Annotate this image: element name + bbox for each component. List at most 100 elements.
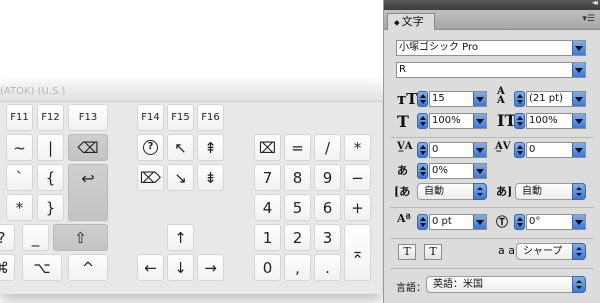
font-style-dropdown-button[interactable] [572, 63, 585, 77]
baseline-shift-field[interactable]: 0 pt [429, 214, 487, 230]
key-num-plus[interactable]: + [344, 194, 371, 221]
key-pipe[interactable]: | [37, 134, 64, 161]
key-f15[interactable]: F15 [167, 104, 194, 131]
key-num-equals[interactable]: = [284, 134, 311, 161]
tab-character[interactable]: ⬥ 文字 [387, 13, 435, 30]
antialias-popup[interactable]: シャープ [516, 243, 586, 260]
key-num-4[interactable]: 4 [254, 194, 281, 221]
kerning-stepper[interactable] [417, 142, 428, 158]
key-f12[interactable]: F12 [37, 104, 64, 131]
key-arrow-left[interactable]: ← [137, 254, 164, 281]
key-num-0[interactable]: 0 [254, 254, 281, 281]
vertical-scale-dropdown-button[interactable] [473, 114, 486, 128]
tsume-stepper[interactable] [417, 163, 428, 179]
key-num-enter[interactable]: ⌅ [344, 224, 371, 281]
key-num-2[interactable]: 2 [284, 224, 311, 251]
key-question[interactable]: ? [0, 224, 15, 251]
leading-stepper[interactable] [514, 91, 525, 107]
language-label: 言語： [396, 283, 426, 294]
key-num-9[interactable]: 9 [314, 164, 341, 191]
rotation-field[interactable]: 0° [526, 214, 586, 230]
tate-chu-yoko-button[interactable]: T [398, 244, 416, 260]
delete-icon: ⌫ [77, 138, 99, 157]
key-arrow-right[interactable]: → [197, 254, 224, 281]
chevron-down-icon [476, 219, 484, 225]
divider [390, 137, 594, 138]
key-rbrace[interactable]: } [37, 194, 64, 221]
horizontal-scale-stepper[interactable] [514, 113, 525, 129]
aki-right-popup[interactable]: 自動 [515, 183, 586, 200]
key-num-5[interactable]: 5 [284, 194, 311, 221]
aki-right-popup-button[interactable] [572, 183, 586, 200]
key-num-period[interactable]: . [314, 254, 341, 281]
tracking-dropdown-button[interactable] [572, 143, 585, 157]
font-size-stepper[interactable] [417, 91, 428, 107]
key-page-up[interactable]: ⇞ [197, 134, 224, 161]
warichu-button[interactable]: T [424, 244, 442, 260]
key-num-multiply[interactable]: * [344, 134, 371, 161]
leading-field[interactable]: (21 pt) [526, 91, 586, 107]
tracking-stepper[interactable] [514, 142, 525, 158]
language-popup[interactable]: 英語：米国 [426, 276, 586, 293]
tsume-dropdown-button[interactable] [473, 164, 486, 178]
key-arrow-down[interactable]: ↓ [167, 254, 194, 281]
key-num-6[interactable]: 6 [314, 194, 341, 221]
key-f13[interactable]: F13 [68, 104, 108, 131]
key-option[interactable]: ⌥ [22, 254, 62, 281]
key-return[interactable]: ↩ [68, 164, 108, 221]
key-control[interactable]: ^ [68, 254, 108, 281]
panel-menu-icon[interactable]: ▾☰ [582, 14, 595, 24]
tsume-field[interactable]: 0% [429, 163, 487, 179]
chevron-down-icon [575, 219, 583, 225]
font-family-dropdown-button[interactable] [572, 41, 585, 55]
key-backtick[interactable]: ` [6, 164, 33, 191]
vertical-scale-field[interactable]: 100% [429, 113, 487, 129]
horizontal-scale-field[interactable]: 100% [526, 113, 586, 129]
antialias-popup-button[interactable] [572, 243, 586, 260]
key-lbrace[interactable]: { [37, 164, 64, 191]
key-f16[interactable]: F16 [197, 104, 224, 131]
tracking-field[interactable]: 0 [526, 142, 586, 158]
leading-dropdown-button[interactable] [572, 92, 585, 106]
key-home[interactable]: ↖ [167, 134, 194, 161]
key-forward-delete[interactable]: ⌦ [137, 164, 164, 191]
key-num-minus[interactable]: − [344, 164, 371, 191]
key-num-7[interactable]: 7 [254, 164, 281, 191]
key-f11[interactable]: F11 [6, 104, 33, 131]
key-asterisk[interactable]: * [6, 194, 33, 221]
kerning-field[interactable]: 0 [429, 142, 487, 158]
aki-left-popup[interactable]: 自動 [417, 183, 487, 200]
kerning-dropdown-button[interactable] [473, 143, 486, 157]
key-clear[interactable]: ⌧ [254, 134, 281, 161]
font-size-dropdown-button[interactable] [473, 92, 486, 106]
font-style-field[interactable]: R [396, 62, 586, 78]
key-num-comma[interactable]: , [284, 254, 311, 281]
font-size-field[interactable]: 15 [429, 91, 487, 107]
rotation-stepper[interactable] [514, 214, 525, 230]
key-command[interactable]: ⌘ [0, 254, 15, 281]
baseline-shift-dropdown-button[interactable] [473, 215, 486, 229]
vertical-scale-stepper[interactable] [417, 113, 428, 129]
key-num-slash[interactable]: / [314, 134, 341, 161]
key-delete[interactable]: ⌫ [68, 134, 108, 161]
horizontal-scale-dropdown-button[interactable] [572, 114, 585, 128]
key-underscore[interactable]: _ [22, 224, 49, 251]
key-help[interactable]: ? [137, 134, 164, 161]
aki-left-popup-button[interactable] [473, 183, 487, 200]
font-family-field[interactable]: 小塚ゴシック Pro [396, 40, 586, 56]
key-page-down[interactable]: ⇟ [197, 164, 224, 191]
baseline-shift-stepper[interactable] [417, 214, 428, 230]
language-popup-button[interactable] [572, 276, 586, 293]
font-size-value: 15 [432, 93, 445, 104]
key-end[interactable]: ↘ [167, 164, 194, 191]
panel-title-bar[interactable]: ◂◂ [384, 0, 600, 10]
key-num-3[interactable]: 3 [314, 224, 341, 251]
collapse-icon[interactable]: ◂◂ [592, 0, 598, 7]
key-tilde[interactable]: ~ [6, 134, 33, 161]
key-f14[interactable]: F14 [137, 104, 164, 131]
rotation-dropdown-button[interactable] [572, 215, 585, 229]
key-shift[interactable]: ⇧ [53, 224, 108, 251]
key-arrow-up[interactable]: ↑ [167, 224, 194, 251]
key-num-8[interactable]: 8 [284, 164, 311, 191]
key-num-1[interactable]: 1 [254, 224, 281, 251]
